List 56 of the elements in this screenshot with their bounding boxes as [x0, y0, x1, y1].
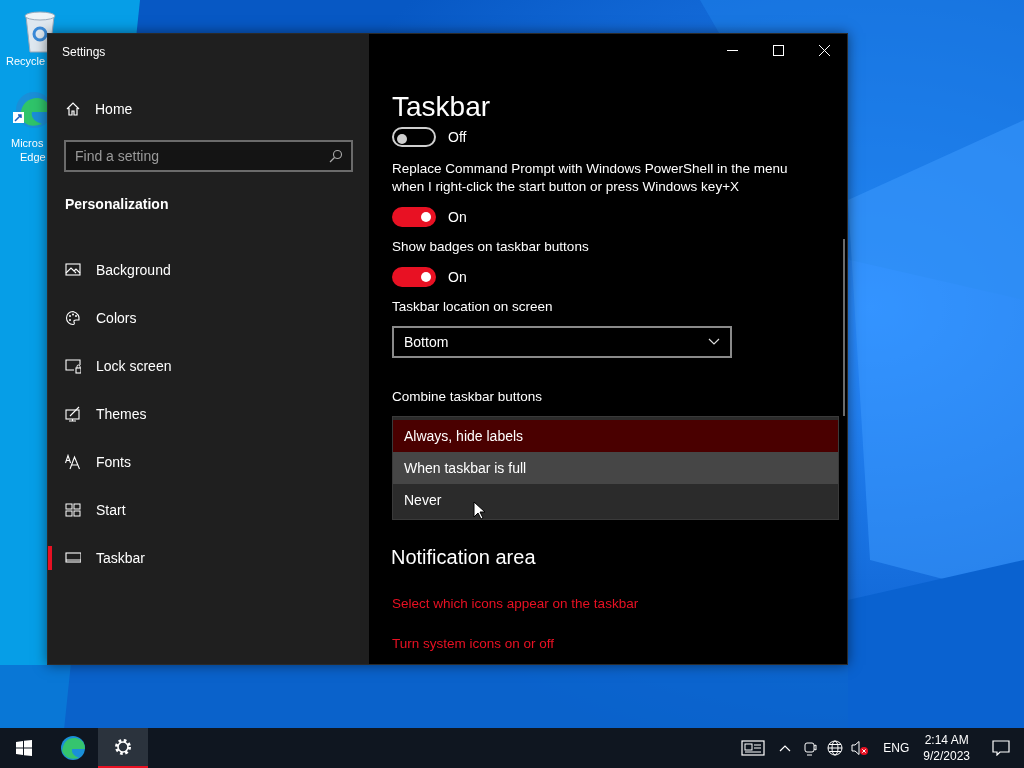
meeting-icon — [803, 740, 818, 756]
window-title: Settings — [62, 44, 107, 59]
nav-item[interactable]: Fonts — [48, 438, 369, 486]
language-indicator[interactable]: ENG — [883, 739, 910, 757]
toggle-switch[interactable] — [392, 127, 436, 147]
setting-label: Replace Command Prompt with Windows PowerShell in the menu when I right-click the start button or press Windows key+X — [392, 160, 789, 196]
nav-item[interactable]: Themes — [48, 390, 369, 438]
chevron-down-icon — [708, 338, 720, 346]
nav-item[interactable]: Start — [48, 486, 369, 534]
speaker-muted-icon — [851, 740, 870, 756]
section-heading: Personalization — [65, 195, 170, 214]
chevron-up-icon — [779, 744, 792, 752]
settings-app-button[interactable] — [98, 728, 148, 768]
mouse-pointer-icon — [473, 501, 485, 520]
search-icon — [329, 149, 343, 163]
icon-label: Micros — [11, 136, 44, 150]
clock[interactable]: 2:14 AM 9/2/2023 — [923, 732, 970, 764]
scrollbar[interactable] — [843, 239, 845, 416]
lock-screen-icon — [65, 358, 81, 374]
icon-label: Recycle — [6, 54, 46, 68]
brush-monitor-icon — [65, 406, 81, 422]
home-icon — [65, 101, 81, 117]
setting-label: Taskbar location on screen — [392, 298, 554, 316]
toggle-switch[interactable] — [392, 267, 436, 287]
picture-frame-icon — [65, 262, 81, 278]
palette-icon — [65, 310, 81, 326]
section-heading: Notification area — [391, 545, 537, 570]
search-field[interactable]: Find a setting — [64, 140, 353, 172]
maximize-icon — [772, 44, 784, 56]
toggle-state: On — [448, 207, 467, 227]
nav-item[interactable]: Background — [48, 246, 369, 294]
toggle-state: On — [448, 267, 467, 287]
icon-label: Edge — [20, 150, 46, 164]
globe-icon — [827, 740, 844, 756]
fonts-icon — [65, 454, 81, 470]
windows-logo-icon — [16, 740, 32, 756]
close-icon — [818, 44, 830, 56]
setting-label: Combine taskbar buttons — [392, 388, 544, 406]
gear-icon — [113, 737, 133, 757]
home-link[interactable]: Home — [65, 97, 369, 121]
tiles-icon — [65, 502, 81, 518]
link[interactable]: Turn system icons on or off — [392, 634, 555, 655]
dropdown-option[interactable]: Always, hide labels — [393, 420, 838, 452]
taskbar-icon — [65, 550, 81, 566]
dropdown-option[interactable]: Never — [393, 484, 838, 516]
dropdown[interactable]: Bottom — [392, 326, 732, 358]
link[interactable]: Select which icons appear on the taskbar — [392, 594, 639, 615]
nav-item[interactable]: Lock screen — [48, 342, 369, 390]
speech-bubble-icon — [992, 740, 1010, 756]
nav-item[interactable]: Colors — [48, 294, 369, 342]
news-icon — [741, 740, 766, 756]
dropdown-option[interactable]: When taskbar is full — [393, 452, 838, 484]
setting-label: Show badges on taskbar buttons — [392, 238, 590, 256]
toggle-state: Off — [448, 127, 467, 147]
toggle-switch[interactable] — [392, 207, 436, 227]
edge-icon — [60, 735, 86, 761]
